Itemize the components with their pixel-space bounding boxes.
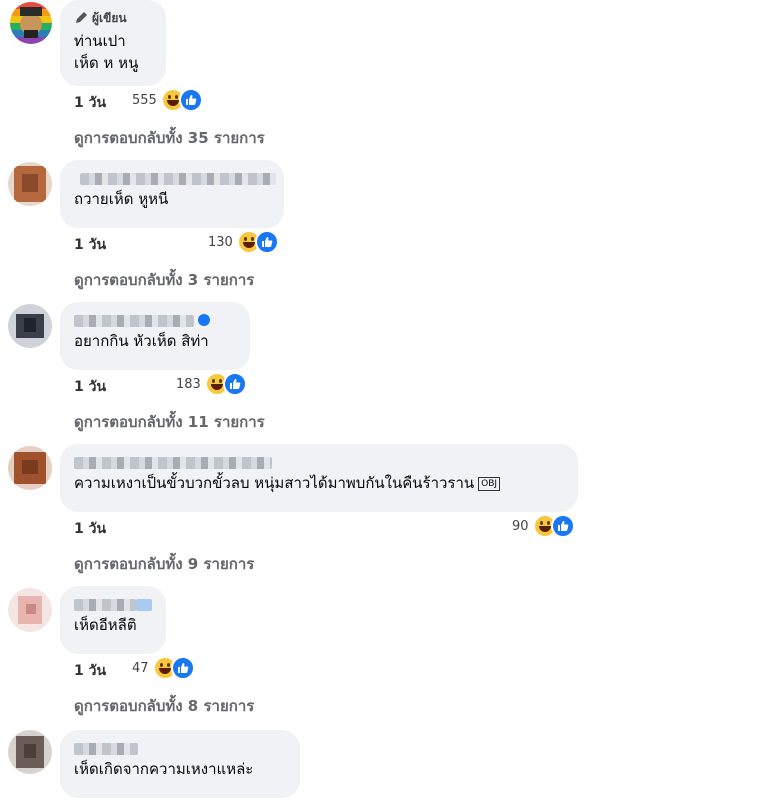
view-replies-link[interactable]: ดูการตอบกลับทั้ง 11 รายการ (74, 410, 265, 434)
comment-time[interactable]: 1 วัน (74, 376, 106, 398)
author-tag: ผู้เขียน (74, 6, 152, 30)
verified-badge-icon (198, 314, 210, 326)
reaction-summary[interactable]: 555 (132, 88, 203, 112)
comment-text: อยากกิน หัวเห็ด สิท่า (74, 332, 209, 350)
like-reaction-icon (222, 372, 247, 396)
comment-text: ความเหงาเป็นขั้วบวกขั้วลบ หนุ่มสาวได้มาพ… (74, 472, 564, 494)
comment-bubble: ถวายเห็ด หูหนี (60, 160, 284, 228)
view-replies-link[interactable]: ดูการตอบกลับทั้ง 35 รายการ (74, 126, 265, 150)
like-reaction-icon (254, 230, 279, 254)
author-name[interactable] (74, 736, 286, 758)
reaction-count: 130 (208, 234, 233, 250)
comment-time[interactable]: 1 วัน (74, 518, 106, 540)
comment-bubble: ความเหงาเป็นขั้วบวกขั้วลบ หนุ่มสาวได้มาพ… (60, 444, 578, 512)
like-reaction-icon (170, 656, 195, 680)
comment-text: เห็ดเกิดจากความเหงาแหล่ะ (74, 760, 254, 778)
reaction-summary[interactable]: 90 (512, 514, 575, 538)
avatar[interactable] (8, 162, 52, 206)
object-replacement-glyph: OBJ (478, 476, 501, 491)
reaction-count: 47 (132, 660, 149, 676)
comment-text: ท่านเปา (74, 32, 126, 50)
comment-bubble: ผู้เขียน ท่านเปา เห็ด ห หนู (60, 0, 166, 86)
comment-time[interactable]: 1 วัน (74, 660, 106, 682)
comment-text: ถวายเห็ด หูหนี (74, 190, 169, 208)
author-name[interactable] (74, 166, 276, 188)
comment-text: เห็ดอีหลีติ (74, 616, 137, 634)
avatar[interactable] (10, 2, 52, 44)
like-reaction-icon (178, 88, 203, 112)
reaction-summary[interactable]: 130 (208, 230, 279, 254)
author-name[interactable] (74, 308, 236, 330)
comment-text: เห็ด ห หนู (74, 54, 139, 72)
comment-bubble: อยากกิน หัวเห็ด สิท่า (60, 302, 250, 370)
reaction-summary[interactable]: 47 (132, 656, 195, 680)
comment-time[interactable]: 1 วัน (74, 92, 106, 114)
comment-time[interactable]: 1 วัน (74, 234, 106, 256)
comment-bubble: เห็ดอีหลีติ (60, 586, 166, 654)
view-replies-link[interactable]: ดูการตอบกลับทั้ง 9 รายการ (74, 552, 254, 576)
reaction-summary[interactable]: 183 (176, 372, 247, 396)
like-reaction-icon (550, 514, 575, 538)
reaction-count: 90 (512, 518, 529, 534)
view-replies-link[interactable]: ดูการตอบกลับทั้ง 3 รายการ (74, 268, 254, 292)
view-replies-link[interactable]: ดูการตอบกลับทั้ง 8 รายการ (74, 694, 254, 718)
avatar[interactable] (8, 304, 52, 348)
author-tag-label: ผู้เขียน (92, 10, 127, 25)
author-name[interactable] (74, 592, 152, 614)
avatar[interactable] (8, 730, 52, 774)
pencil-icon (76, 12, 87, 23)
avatar[interactable] (8, 446, 52, 490)
comment-bubble: เห็ดเกิดจากความเหงาแหล่ะ (60, 730, 300, 798)
reaction-count: 555 (132, 92, 157, 108)
reaction-count: 183 (176, 376, 201, 392)
avatar[interactable] (8, 588, 52, 632)
author-name[interactable] (74, 450, 564, 472)
